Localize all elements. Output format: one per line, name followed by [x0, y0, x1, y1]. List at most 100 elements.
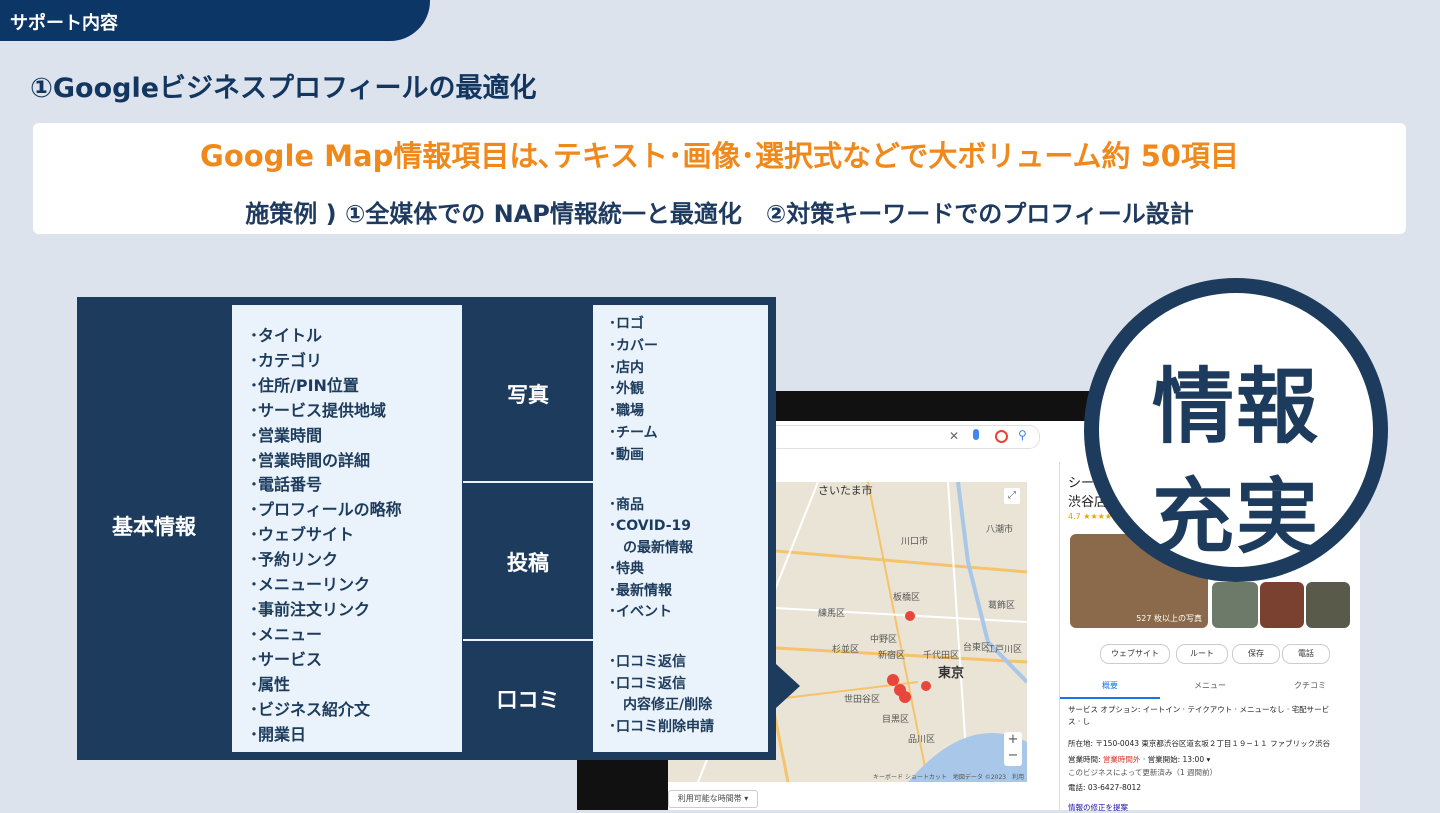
category-post-label: 投稿: [507, 551, 549, 575]
list-item: ･電話番号: [250, 475, 323, 495]
basic-items-box: ･タイトル ･カテゴリ ･住所/PIN位置 ･サービス提供地域 ･営業時間 ･営業時間の詳…: [232, 305, 462, 752]
list-item: ･住所/PIN位置: [250, 375, 359, 395]
address: 所在地: 〒150-0043 東京都渋谷区道玄坂２丁目１９−１１ ファブリック渋…: [1068, 739, 1331, 748]
list-item: ･予約リンク: [250, 550, 339, 570]
save-button-label: 保存: [1248, 649, 1264, 658]
list-item: ･口コミ返信: [609, 675, 686, 692]
tab-reviews[interactable]: クチコミ: [1260, 680, 1360, 691]
business-photo: [1212, 582, 1258, 628]
website-button[interactable]: ウェブサイト: [1100, 644, 1170, 664]
map-footer: キーボード ショートカット 地図データ ©2023 利用規約: [873, 774, 1025, 781]
list-item: ･メニューリンク: [250, 575, 371, 595]
search-icon: ⚲: [1018, 428, 1027, 442]
map-label: 中野区: [870, 635, 898, 645]
list-item: ･タイトル: [250, 326, 323, 345]
list-item: ･商品: [609, 497, 644, 513]
call-button[interactable]: 電話: [1282, 644, 1330, 664]
list-item: ･職場: [609, 403, 644, 420]
category-photo-label: 写真: [507, 383, 549, 407]
section-tab: サポート内容: [0, 0, 430, 41]
suggest-edit-link[interactable]: 情報の修正を提案: [1068, 802, 1128, 813]
search-bar: ✕ ⚲: [760, 425, 1040, 449]
divider: [463, 639, 593, 641]
list-item: ･動画: [609, 446, 644, 463]
list-item: ･口コミ返信: [609, 654, 686, 670]
tab-menu[interactable]: メニュー: [1160, 680, 1260, 691]
sub-items-box: ･ロゴ ･カバー ･店内 ･外観 ･職場 ･チーム ･動画 ･商品 ･COVID-19 の最新…: [593, 305, 768, 752]
map-label: 川口市: [901, 537, 929, 547]
list-item: ･事前注文リンク: [250, 599, 371, 619]
hours-label: 営業時間:: [1068, 755, 1101, 764]
list-item: ･サービス: [250, 649, 323, 669]
list-item: ･カバー: [609, 337, 658, 354]
map-label: さいたま市: [818, 484, 873, 497]
badge-line2: 充実: [1151, 470, 1320, 565]
mic-icon: [973, 429, 979, 440]
post-items-list: ･商品 ･COVID-19 の最新情報 ･特典 ･最新情報 ･イベント: [609, 495, 693, 623]
list-item: 内容修正/削除: [609, 697, 713, 714]
list-item: ･イベント: [609, 604, 672, 621]
list-item: ･カテゴリ: [250, 350, 323, 370]
tab-overview[interactable]: 概要: [1060, 680, 1160, 699]
zoom-control[interactable]: + −: [1004, 732, 1022, 766]
photo-caption: 527 枚以上の写真: [1136, 614, 1202, 623]
map-label: 杉並区: [832, 645, 860, 655]
list-item: ･サービス提供地域: [250, 400, 387, 420]
map-label: 葛飾区: [988, 601, 1016, 611]
route-button-label: ルート: [1190, 649, 1214, 658]
lens-icon: [995, 430, 1008, 443]
list-item: ･口コミ削除申請: [609, 718, 714, 735]
list-item: ･COVID-19: [609, 518, 692, 535]
badge-line1: 情報: [1151, 360, 1320, 455]
section-tab-label: サポート内容: [10, 13, 118, 34]
category-review-label: 口コミ: [496, 688, 560, 712]
list-item: ･メニュー: [250, 624, 323, 644]
list-item: ･店内: [609, 359, 644, 376]
business-photo: [1260, 582, 1304, 628]
business-photo: [1306, 582, 1350, 628]
banner-example: 施策例 ) ①全媒体での NAP情報統一と最適化 ②対策キーワードでのプロフィー…: [245, 200, 1194, 228]
map-label: 江戸川区: [986, 645, 1023, 655]
route-button[interactable]: ルート: [1176, 644, 1228, 664]
pointer-arrow: [776, 664, 800, 708]
phone[interactable]: 電話: 03-6427-8012: [1068, 782, 1141, 793]
service-options: サービス オプション: イートイン · テイクアウト · メニューなし · 宅配…: [1068, 705, 1330, 726]
list-item: ･ウェブサイト: [250, 525, 355, 545]
list-item: ･特典: [609, 561, 644, 578]
website-button-label: ウェブサイト: [1111, 649, 1159, 658]
list-item: ･営業時間の詳細: [250, 450, 371, 470]
list-item: ･チーム: [609, 424, 658, 441]
category-basic-label: 基本情報: [112, 515, 196, 539]
divider: [463, 481, 593, 483]
list-item: ･開業日: [250, 724, 307, 744]
hours-row: 営業時間: 営業時間外 · 営業開始: 13:00 ▾: [1068, 754, 1210, 765]
list-item: ･属性: [250, 674, 291, 694]
map-label: 品川区: [908, 735, 936, 745]
hours-status: 営業時間外: [1102, 755, 1141, 764]
close-icon: ✕: [949, 429, 960, 443]
save-button[interactable]: 保存: [1232, 644, 1280, 664]
review-items-list: ･口コミ返信 ･口コミ返信 内容修正/削除 ･口コミ削除申請: [609, 652, 714, 738]
map-label: 練馬区: [818, 609, 846, 619]
expand-icon[interactable]: ⤢: [1004, 488, 1020, 504]
list-item: の最新情報: [609, 539, 693, 556]
page-title: ①Googleビジネスプロフィールの最適化: [30, 73, 537, 104]
map-label: 新宿区: [878, 651, 906, 661]
map-label: 目黒区: [882, 715, 910, 725]
list-item: ･外観: [609, 381, 644, 398]
map-label: 八潮市: [986, 525, 1014, 535]
basic-items-list: ･タイトル ･カテゴリ ･住所/PIN位置 ･サービス提供地域 ･営業時間 ･営業時間の詳…: [232, 305, 462, 747]
summary-banner: Google Map情報項目は､テキスト･画像･選択式などで大ボリューム約 50…: [33, 123, 1406, 234]
list-item: ･プロフィールの略称: [250, 500, 402, 520]
call-button-label: 電話: [1298, 649, 1314, 658]
info-category-panel: 基本情報 ･タイトル ･カテゴリ ･住所/PIN位置 ･サービス提供地域 ･営業時間 ･営…: [77, 297, 776, 760]
photo-items-list: ･ロゴ ･カバー ･店内 ･外観 ･職場 ･チーム ･動画: [609, 314, 658, 467]
list-item: ･ロゴ: [609, 316, 644, 332]
list-item: ･最新情報: [609, 582, 672, 599]
list-item: ･営業時間: [250, 425, 323, 445]
map-label: 板橋区: [893, 593, 921, 603]
hours-note: このビジネスによって更新済み（1 週間前）: [1068, 768, 1218, 777]
hours-next[interactable]: · 営業開始: 13:00 ▾: [1143, 755, 1210, 764]
map-label: 千代田区: [923, 651, 960, 661]
time-filter[interactable]: 利用可能な時間帯 ▾: [668, 790, 758, 808]
